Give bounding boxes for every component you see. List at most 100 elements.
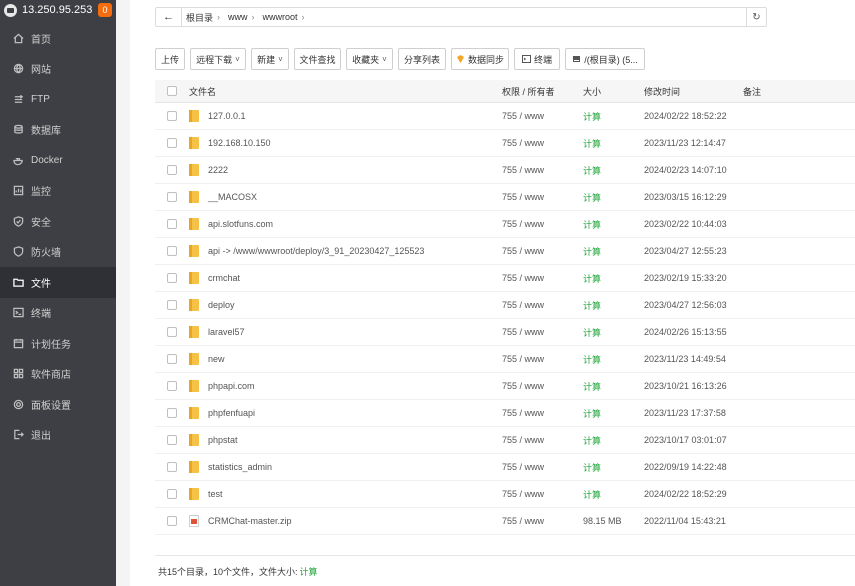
file-perm[interactable]: 755 / www — [502, 219, 583, 229]
file-name[interactable]: __MACOSX — [208, 192, 257, 202]
file-size[interactable]: 计算 — [583, 326, 644, 339]
sidebar-item-0[interactable]: 首页 — [0, 23, 116, 54]
upload-button[interactable]: 上传 — [155, 48, 185, 70]
file-size[interactable]: 计算 — [583, 488, 644, 501]
file-perm[interactable]: 755 / www — [502, 327, 583, 337]
remote-download-button[interactable]: 远程下载 ˅ — [190, 48, 246, 70]
table-row[interactable]: phpstat 755 / www 计算 2023/10/17 03:01:07 — [155, 427, 855, 454]
row-checkbox[interactable] — [167, 111, 177, 121]
table-row[interactable]: statistics_admin 755 / www 计算 2022/09/19 14… — [155, 454, 855, 481]
table-row[interactable]: phpfenfuapi 755 / www 计算 2023/11/23 17:37:5… — [155, 400, 855, 427]
file-size[interactable]: 计算 — [583, 461, 644, 474]
file-name[interactable]: api.slotfuns.com — [208, 219, 273, 229]
table-row[interactable]: laravel57 755 / www 计算 2024/02/26 15:13:55 — [155, 319, 855, 346]
table-row[interactable]: test 755 / www 计算 2024/02/22 18:52:29 — [155, 481, 855, 508]
sidebar-item-7[interactable]: 防火墙 — [0, 237, 116, 268]
file-perm[interactable]: 755 / www — [502, 192, 583, 202]
table-row[interactable]: CRMChat-master.zip 755 / www 98.15 MB 2022/… — [155, 508, 855, 535]
table-row[interactable]: 127.0.0.1 755 / www 计算 2024/02/22 18:52:22 — [155, 103, 855, 130]
row-checkbox[interactable] — [167, 273, 177, 283]
file-name[interactable]: new — [208, 354, 225, 364]
share-list-button[interactable]: 分享列表 — [398, 48, 446, 70]
row-checkbox[interactable] — [167, 165, 177, 175]
table-row[interactable]: phpapi.com 755 / www 计算 2023/10/21 16:13:26 — [155, 373, 855, 400]
file-search-button[interactable]: 文件查找 — [294, 48, 341, 70]
file-perm[interactable]: 755 / www — [502, 138, 583, 148]
table-row[interactable]: new 755 / www 计算 2023/11/23 14:49:54 — [155, 346, 855, 373]
file-size[interactable]: 计算 — [583, 407, 644, 420]
table-row[interactable]: 192.168.10.150 755 / www 计算 2023/11/23 12:1… — [155, 130, 855, 157]
file-perm[interactable]: 755 / www — [502, 408, 583, 418]
back-button[interactable]: ← — [156, 8, 182, 26]
file-perm[interactable]: 755 / www — [502, 435, 583, 445]
file-size[interactable]: 计算 — [583, 434, 644, 447]
sidebar-item-9[interactable]: 终端 — [0, 298, 116, 329]
row-checkbox[interactable] — [167, 489, 177, 499]
row-checkbox[interactable] — [167, 327, 177, 337]
file-size[interactable]: 计算 — [583, 272, 644, 285]
file-perm[interactable]: 755 / www — [502, 489, 583, 499]
file-name[interactable]: laravel57 — [208, 327, 245, 337]
file-name[interactable]: phpstat — [208, 435, 238, 445]
file-name[interactable]: api -> /www/wwwroot/deploy/3_91_20230427… — [208, 246, 424, 256]
file-size[interactable]: 计算 — [583, 191, 644, 204]
file-perm[interactable]: 755 / www — [502, 300, 583, 310]
sidebar-item-2[interactable]: FTP — [0, 84, 116, 115]
file-perm[interactable]: 755 / www — [502, 354, 583, 364]
table-row[interactable]: deploy 755 / www 计算 2023/04/27 12:56:03 — [155, 292, 855, 319]
table-row[interactable]: 2222 755 / www 计算 2024/02/23 14:07:10 — [155, 157, 855, 184]
sidebar-item-11[interactable]: 软件商店 — [0, 359, 116, 390]
row-checkbox[interactable] — [167, 138, 177, 148]
file-perm[interactable]: 755 / www — [502, 516, 583, 526]
file-name[interactable]: deploy — [208, 300, 235, 310]
new-button[interactable]: 新建 ˅ — [251, 48, 289, 70]
sidebar-item-13[interactable]: 退出 — [0, 420, 116, 451]
row-checkbox[interactable] — [167, 435, 177, 445]
file-name[interactable]: test — [208, 489, 223, 499]
sidebar-item-1[interactable]: 网站 — [0, 54, 116, 85]
file-size[interactable]: 计算 — [583, 380, 644, 393]
row-checkbox[interactable] — [167, 381, 177, 391]
header-perm[interactable]: 权限 / 所有者 — [502, 85, 583, 98]
file-name[interactable]: 2222 — [208, 165, 228, 175]
sidebar-item-6[interactable]: 安全 — [0, 206, 116, 237]
row-checkbox[interactable] — [167, 219, 177, 229]
data-sync-button[interactable]: 数据同步 — [451, 48, 509, 70]
refresh-button[interactable]: ↻ — [746, 8, 766, 26]
disk-button[interactable]: /(根目录) (5... — [565, 48, 645, 70]
file-perm[interactable]: 755 / www — [502, 111, 583, 121]
breadcrumb-root[interactable]: 根目录 — [186, 11, 213, 24]
file-name[interactable]: 192.168.10.150 — [208, 138, 271, 148]
file-perm[interactable]: 755 / www — [502, 165, 583, 175]
table-row[interactable]: api.slotfuns.com 755 / www 计算 2023/02/22 10… — [155, 211, 855, 238]
select-all-checkbox[interactable] — [167, 86, 177, 96]
sidebar-item-10[interactable]: 计划任务 — [0, 328, 116, 359]
table-row[interactable]: api -> /www/wwwroot/deploy/3_91_20230427… — [155, 238, 855, 265]
row-checkbox[interactable] — [167, 516, 177, 526]
footer-calc-link[interactable]: 计算 — [300, 565, 318, 578]
sidebar-item-8[interactable]: 文件 — [0, 267, 116, 298]
breadcrumb-wwwroot[interactable]: wwwroot — [263, 12, 298, 22]
table-row[interactable]: __MACOSX 755 / www 计算 2023/03/15 16:12:29 — [155, 184, 855, 211]
row-checkbox[interactable] — [167, 462, 177, 472]
table-row[interactable]: crmchat 755 / www 计算 2023/02/19 15:33:20 — [155, 265, 855, 292]
sidebar-item-12[interactable]: 面板设置 — [0, 389, 116, 420]
terminal-button[interactable]: 终端 — [514, 48, 560, 70]
header-mtime[interactable]: 修改时间 — [644, 85, 743, 98]
row-checkbox[interactable] — [167, 354, 177, 364]
file-name[interactable]: statistics_admin — [208, 462, 272, 472]
file-name[interactable]: 127.0.0.1 — [208, 111, 246, 121]
file-perm[interactable]: 755 / www — [502, 381, 583, 391]
notification-badge[interactable]: 0 — [98, 3, 112, 17]
file-name[interactable]: crmchat — [208, 273, 240, 283]
favorites-button[interactable]: 收藏夹 ˅ — [346, 48, 393, 70]
file-name[interactable]: phpfenfuapi — [208, 408, 255, 418]
file-size[interactable]: 计算 — [583, 218, 644, 231]
row-checkbox[interactable] — [167, 408, 177, 418]
file-size[interactable]: 计算 — [583, 110, 644, 123]
row-checkbox[interactable] — [167, 300, 177, 310]
file-perm[interactable]: 755 / www — [502, 246, 583, 256]
sidebar-item-5[interactable]: 监控 — [0, 176, 116, 207]
header-size[interactable]: 大小 — [583, 85, 644, 98]
file-perm[interactable]: 755 / www — [502, 273, 583, 283]
